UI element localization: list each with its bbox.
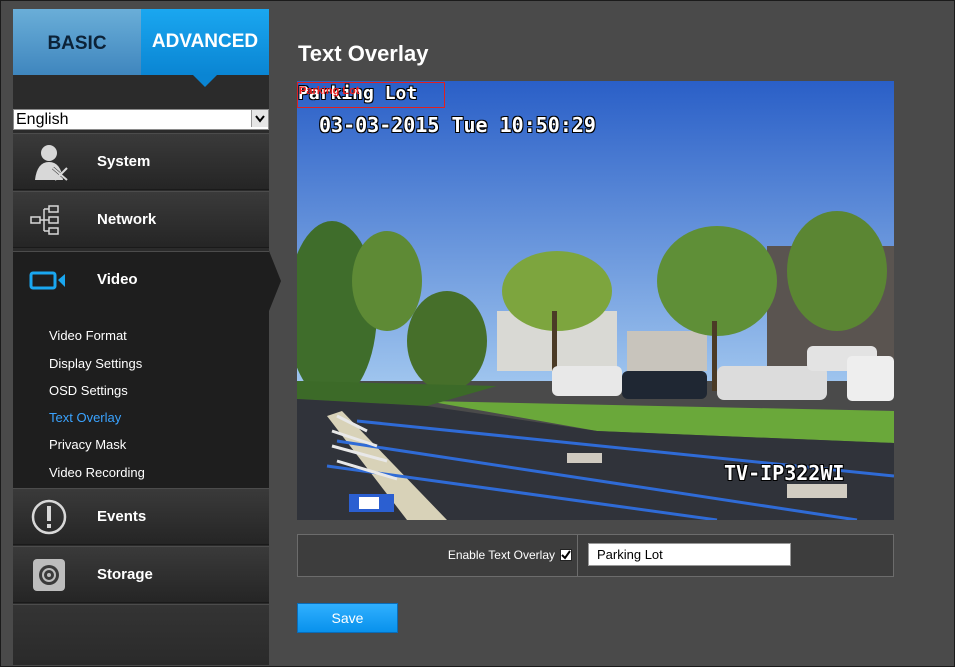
sidebar-item-storage[interactable]: Storage [13, 546, 269, 603]
sidebar: BASIC ADVANCED English System Network Vi… [13, 9, 269, 665]
overlay-selection-box[interactable]: Parking Lot [297, 82, 445, 108]
save-button[interactable]: Save [297, 603, 398, 633]
sidebar-footer [13, 604, 269, 665]
app-frame: BASIC ADVANCED English System Network Vi… [0, 0, 955, 667]
sidebar-item-video: Video Video Format Display Settings OSD … [13, 251, 269, 496]
sidebar-item-label: Events [97, 508, 147, 525]
network-tree-icon [29, 200, 73, 240]
tab-advanced[interactable]: ADVANCED [141, 9, 269, 87]
submenu-privacy-mask[interactable]: Privacy Mask [49, 437, 126, 452]
sidebar-item-network[interactable]: Network [13, 191, 269, 248]
divider [577, 535, 578, 576]
page-title: Text Overlay [298, 41, 429, 66]
language-select-value[interactable]: English [13, 109, 269, 130]
sidebar-item-label: Network [97, 211, 157, 228]
sidebar-item-video-header[interactable]: Video [13, 252, 269, 308]
language-select[interactable]: English [13, 109, 269, 131]
submenu-video-format[interactable]: Video Format [49, 328, 127, 343]
submenu-video-recording[interactable]: Video Recording [49, 465, 145, 480]
user-tools-icon [29, 142, 73, 182]
submenu-display-settings[interactable]: Display Settings [49, 356, 142, 371]
overlay-preview-label: Parking Lot [299, 85, 360, 97]
mode-tabs: BASIC ADVANCED [13, 9, 269, 87]
active-menu-pointer [269, 251, 281, 311]
checkmark-icon [561, 550, 571, 560]
sidebar-item-label: Storage [97, 566, 153, 583]
text-overlay-form-row: Enable Text Overlay Parking Lot [297, 534, 894, 577]
overlay-text-input[interactable]: Parking Lot [588, 543, 791, 566]
timestamp-osd: 03-03-2015 Tue 10:50:29 [319, 113, 596, 137]
enable-text-overlay-label: Enable Text Overlay [447, 548, 555, 562]
camera-scene-image [297, 81, 894, 520]
camera-preview: Parking Lot Parking Lot 03-03-2015 Tue 1… [297, 81, 894, 520]
sidebar-item-events[interactable]: Events [13, 488, 269, 545]
sidebar-item-label: Video [97, 271, 138, 288]
tab-basic[interactable]: BASIC [13, 9, 141, 75]
submenu-text-overlay[interactable]: Text Overlay [49, 410, 121, 425]
sidebar-item-system[interactable]: System [13, 133, 269, 190]
alert-icon [29, 497, 73, 537]
model-osd: TV-IP322WI [724, 461, 845, 485]
storage-disk-icon [29, 555, 73, 595]
chevron-down-icon[interactable] [251, 110, 268, 127]
video-camera-icon [29, 260, 73, 300]
submenu-osd-settings[interactable]: OSD Settings [49, 383, 128, 398]
sidebar-item-label: System [97, 153, 151, 170]
enable-text-overlay-checkbox[interactable] [560, 549, 572, 561]
